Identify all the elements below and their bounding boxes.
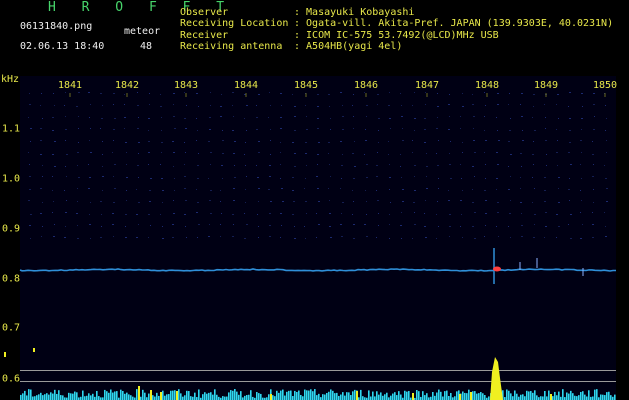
activity-bars [4,348,616,400]
spectrogram-plot [4,92,616,400]
time-tick-marks [69,93,606,97]
meteor-echo [493,248,584,284]
hrofft-window: H R O F F T 06131840.png meteor 02.06.13… [0,0,629,400]
carrier-signal-line [19,268,616,272]
background-grid [28,92,608,239]
